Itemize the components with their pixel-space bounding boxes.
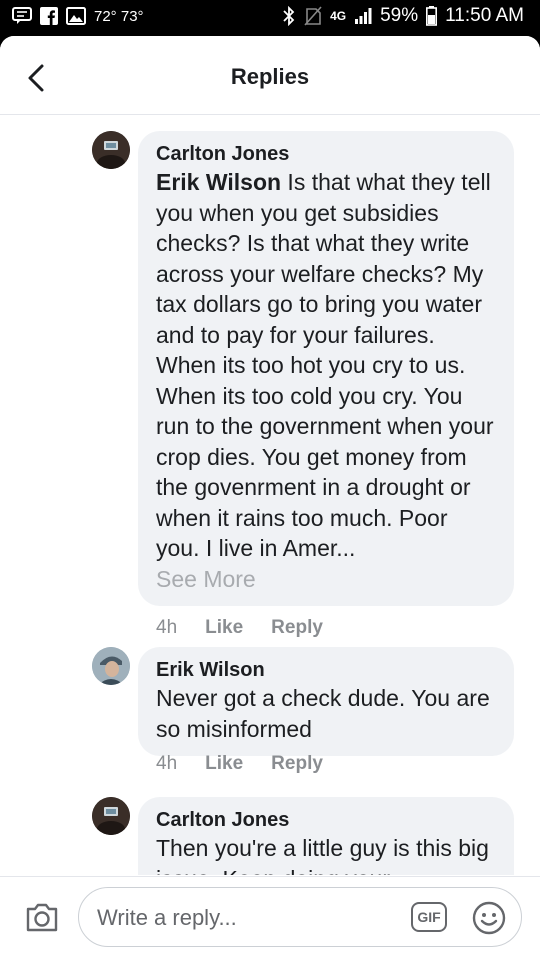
comment-author[interactable]: Erik Wilson — [156, 657, 496, 683]
comment-bubble: Carlton Jones Then you're a little guy i… — [138, 797, 514, 875]
battery-icon — [426, 6, 438, 26]
gif-button[interactable]: GIF — [411, 902, 447, 932]
comment-time: 4h — [156, 753, 178, 774]
facebook-icon — [40, 7, 58, 25]
comment-body: Then you're a little guy is this big iss… — [156, 835, 489, 875]
camera-button[interactable] — [22, 897, 62, 937]
emoji-button[interactable] — [471, 900, 507, 936]
avatar[interactable] — [92, 647, 130, 685]
page-title: Replies — [230, 64, 310, 89]
status-left: 72° 73° — [12, 7, 144, 25]
bluetooth-icon — [282, 6, 296, 26]
camera-icon — [26, 903, 58, 932]
reply-input-wrapper: GIF — [78, 887, 522, 947]
comment-actions: 4h Like Reply — [156, 617, 323, 639]
reply-composer: GIF — [0, 876, 540, 960]
clock: 11:50 AM — [445, 5, 524, 26]
status-right: 4G 59% 11:50 AM — [282, 5, 524, 27]
comment-body: Is that what they tell you when you get … — [156, 169, 494, 561]
temperature: 72° 73° — [94, 7, 144, 25]
see-more-link[interactable]: See More — [156, 564, 496, 594]
comment-body: Never got a check dude. You are so misin… — [156, 685, 490, 742]
comment-time: 4h — [156, 617, 178, 638]
header: Replies — [0, 36, 540, 115]
comment-author[interactable]: Carlton Jones — [156, 807, 496, 833]
reply-button[interactable]: Reply — [271, 753, 323, 775]
reply-thread: Carlton Jones Erik Wilson Is that what t… — [0, 115, 540, 875]
signal-icon — [354, 7, 372, 25]
status-bar: 72° 73° 4G 59% 11:50 AM — [0, 0, 540, 36]
battery-percent: 59% — [380, 5, 419, 26]
replies-panel: Replies Carlton Jones Erik Wilson Is tha… — [0, 36, 540, 960]
comment-bubble: Carlton Jones Erik Wilson Is that what t… — [138, 131, 514, 606]
like-button[interactable]: Like — [205, 617, 243, 639]
image-icon — [66, 7, 86, 25]
emoji-icon — [472, 901, 506, 935]
reply-button[interactable]: Reply — [271, 617, 323, 639]
like-button[interactable]: Like — [205, 753, 243, 775]
comment-bubble: Erik Wilson Never got a check dude. You … — [138, 647, 514, 756]
comment-actions: 4h Like Reply — [156, 753, 323, 775]
mention-link[interactable]: Erik Wilson — [156, 169, 281, 195]
avatar[interactable] — [92, 131, 130, 169]
reply-input[interactable] — [95, 898, 399, 938]
no-sim-icon — [304, 6, 322, 26]
network-type: 4G — [330, 9, 347, 23]
avatar[interactable] — [92, 797, 130, 835]
message-icon — [12, 7, 32, 25]
comment-author[interactable]: Carlton Jones — [156, 141, 496, 167]
comment-text: Erik Wilson Is that what they tell you w… — [156, 167, 496, 564]
